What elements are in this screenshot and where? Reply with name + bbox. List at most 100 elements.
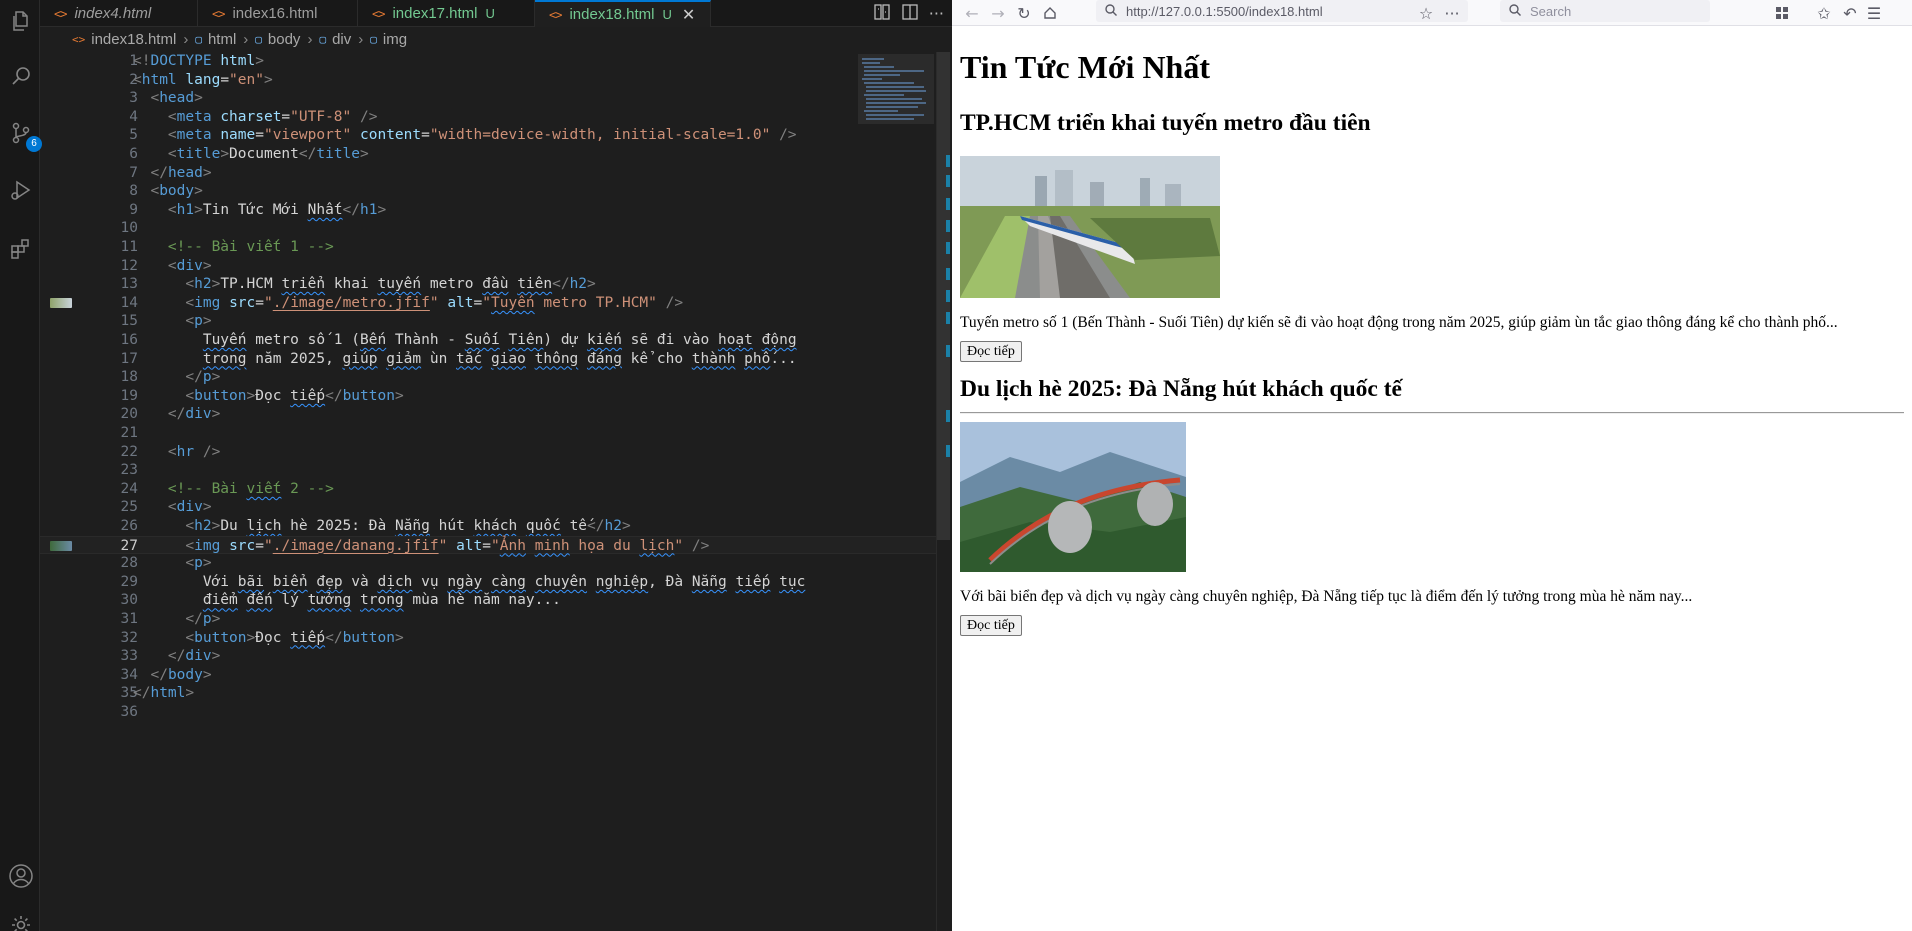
code-text[interactable]: trong năm 2025, giúp giảm ùn tắc giao th…: [133, 350, 797, 369]
read-more-button-2[interactable]: Đọc tiếp: [960, 615, 1022, 636]
code-text[interactable]: <img src="./image/metro.jfif" alt="Tuyến…: [133, 294, 683, 313]
code-line[interactable]: 15 <p>: [40, 312, 936, 331]
code-line[interactable]: 33 </div>: [40, 647, 936, 666]
code-line[interactable]: 10: [40, 219, 936, 238]
explorer-icon[interactable]: [8, 8, 34, 34]
code-line[interactable]: 24 <!-- Bài viết 2 -->: [40, 480, 936, 499]
code-line[interactable]: 14 <img src="./image/metro.jfif" alt="Tu…: [40, 294, 936, 313]
breadcrumb-div[interactable]: ▢ div: [319, 31, 351, 48]
minimap[interactable]: [856, 52, 936, 931]
code-line[interactable]: 29 Với bãi biển đẹp và dịch vụ ngày càng…: [40, 573, 936, 592]
code-text[interactable]: <div>: [133, 498, 212, 517]
code-text[interactable]: </div>: [133, 405, 220, 424]
code-text[interactable]: <head>: [133, 89, 202, 108]
split-editor-icon[interactable]: [901, 3, 919, 25]
code-text[interactable]: <h2>TP.HCM triển khai tuyến metro đầu ti…: [133, 275, 595, 294]
code-line[interactable]: 11 <!-- Bài viết 1 -->: [40, 238, 936, 257]
code-line[interactable]: 18 </p>: [40, 368, 936, 387]
reload-icon[interactable]: ↻: [1014, 3, 1034, 23]
code-text[interactable]: Với bãi biển đẹp và dịch vụ ngày càng ch…: [133, 573, 806, 592]
tab-index17[interactable]: <> index17.html U: [358, 0, 535, 27]
code-line[interactable]: 35 </html>: [40, 684, 936, 703]
grid-apps-icon[interactable]: [1772, 3, 1792, 23]
code-text[interactable]: <p>: [133, 554, 211, 573]
code-text[interactable]: <h2>Du lịch hè 2025: Đà Nẵng hút khách q…: [133, 517, 630, 536]
code-text[interactable]: <div>: [133, 257, 212, 276]
code-line[interactable]: 21: [40, 424, 936, 443]
code-editor[interactable]: 1 <!DOCTYPE html> 2 <html lang="en"> 3 <head…: [40, 52, 936, 931]
address-bar[interactable]: http://127.0.0.1:5500/index18.html: [1096, 0, 1468, 22]
tab-index16[interactable]: <> index16.html: [198, 0, 358, 27]
code-text[interactable]: <img src="./image/danang.jfif" alt="Ảnh …: [133, 537, 709, 556]
code-text[interactable]: </body>: [133, 666, 211, 685]
code-text[interactable]: <hr />: [133, 443, 220, 462]
page-actions-icon[interactable]: ···: [1442, 3, 1462, 23]
code-line[interactable]: 3 <head>: [40, 89, 936, 108]
code-text[interactable]: điểm đến lý tưởng trong mùa hè năm nay..…: [133, 591, 561, 610]
code-text[interactable]: <meta name="viewport" content="width=dev…: [133, 126, 797, 145]
code-line[interactable]: 32 <button>Đọc tiếp</button>: [40, 629, 936, 648]
code-line[interactable]: 23: [40, 461, 936, 480]
code-line[interactable]: 19 <button>Đọc tiếp</button>: [40, 387, 936, 406]
code-line[interactable]: 9 <h1>Tin Tức Mới Nhất</h1>: [40, 201, 936, 220]
code-line[interactable]: 7 </head>: [40, 164, 936, 183]
source-control-icon[interactable]: 6: [8, 120, 42, 152]
account-icon[interactable]: [8, 863, 34, 889]
code-text[interactable]: <button>Đọc tiếp</button>: [133, 387, 403, 406]
code-text[interactable]: <title>Document</title>: [133, 145, 369, 164]
code-line[interactable]: 6 <title>Document</title>: [40, 145, 936, 164]
code-line[interactable]: 22 <hr />: [40, 443, 936, 462]
code-text[interactable]: <h1>Tin Tức Mới Nhất</h1>: [133, 201, 386, 220]
info-icon[interactable]: [1104, 2, 1118, 21]
url-text[interactable]: http://127.0.0.1:5500/index18.html: [1126, 4, 1323, 19]
code-line[interactable]: 36: [40, 703, 936, 722]
code-text[interactable]: <p>: [133, 312, 211, 331]
bookmark-star-icon[interactable]: ☆: [1416, 3, 1436, 23]
code-text[interactable]: <!-- Bài viết 2 -->: [133, 480, 334, 499]
code-line[interactable]: 1 <!DOCTYPE html>: [40, 52, 936, 71]
search-icon[interactable]: [8, 63, 34, 89]
menu-hamburger-icon[interactable]: ☰: [1864, 3, 1884, 23]
run-debug-icon[interactable]: [8, 177, 34, 203]
code-line[interactable]: 5 <meta name="viewport" content="width=d…: [40, 126, 936, 145]
code-text[interactable]: <!-- Bài viết 1 -->: [133, 238, 334, 257]
breadcrumb-img[interactable]: ▢ img: [370, 31, 407, 48]
code-line[interactable]: 25 <div>: [40, 498, 936, 517]
code-text[interactable]: </p>: [133, 368, 220, 387]
code-text[interactable]: </head>: [133, 164, 211, 183]
home-icon[interactable]: [1040, 3, 1060, 23]
tab-index18[interactable]: <> index18.html U ✕: [535, 0, 711, 27]
settings-gear-icon[interactable]: [8, 912, 34, 931]
back-arrow-icon[interactable]: ←: [962, 3, 982, 23]
code-line[interactable]: 28 <p>: [40, 554, 936, 573]
search-input[interactable]: [1530, 3, 1690, 19]
code-line[interactable]: 31 </p>: [40, 610, 936, 629]
code-line[interactable]: 13 <h2>TP.HCM triển khai tuyến metro đầu…: [40, 275, 936, 294]
breadcrumb-body[interactable]: ▢ body: [255, 31, 300, 48]
forward-arrow-icon[interactable]: →: [988, 3, 1008, 23]
code-text[interactable]: <!DOCTYPE html>: [133, 52, 264, 71]
code-text[interactable]: </div>: [133, 647, 220, 666]
more-actions-icon[interactable]: ···: [929, 4, 944, 23]
code-line[interactable]: 16 Tuyến metro số 1 (Bến Thành - Suối Ti…: [40, 331, 936, 350]
code-line[interactable]: 27 <img src="./image/danang.jfif" alt="Ả…: [40, 535, 936, 556]
code-line[interactable]: 8 <body>: [40, 182, 936, 201]
code-line[interactable]: 20 </div>: [40, 405, 936, 424]
code-text[interactable]: <html lang="en">: [133, 71, 273, 90]
tab-index4[interactable]: <> index4.html: [40, 0, 198, 27]
code-text[interactable]: </html>: [133, 684, 194, 703]
code-line[interactable]: 4 <meta charset="UTF-8" />: [40, 108, 936, 127]
code-text[interactable]: <body>: [133, 182, 202, 201]
code-line[interactable]: 2 <html lang="en">: [40, 71, 936, 90]
code-text[interactable]: <meta charset="UTF-8" />: [133, 108, 378, 127]
undo-icon[interactable]: ↶: [1840, 3, 1860, 23]
code-text[interactable]: <button>Đọc tiếp</button>: [133, 629, 403, 648]
extensions-icon[interactable]: [8, 236, 34, 262]
close-tab-icon[interactable]: ✕: [682, 5, 695, 25]
code-text[interactable]: </p>: [133, 610, 220, 629]
bookmarks-star-icon[interactable]: ✩: [1814, 3, 1834, 23]
search-box[interactable]: [1500, 0, 1710, 22]
code-line[interactable]: 34 </body>: [40, 666, 936, 685]
code-text[interactable]: Tuyến metro số 1 (Bến Thành - Suối Tiên)…: [133, 331, 797, 350]
code-line[interactable]: 17 trong năm 2025, giúp giảm ùn tắc giao…: [40, 350, 936, 369]
